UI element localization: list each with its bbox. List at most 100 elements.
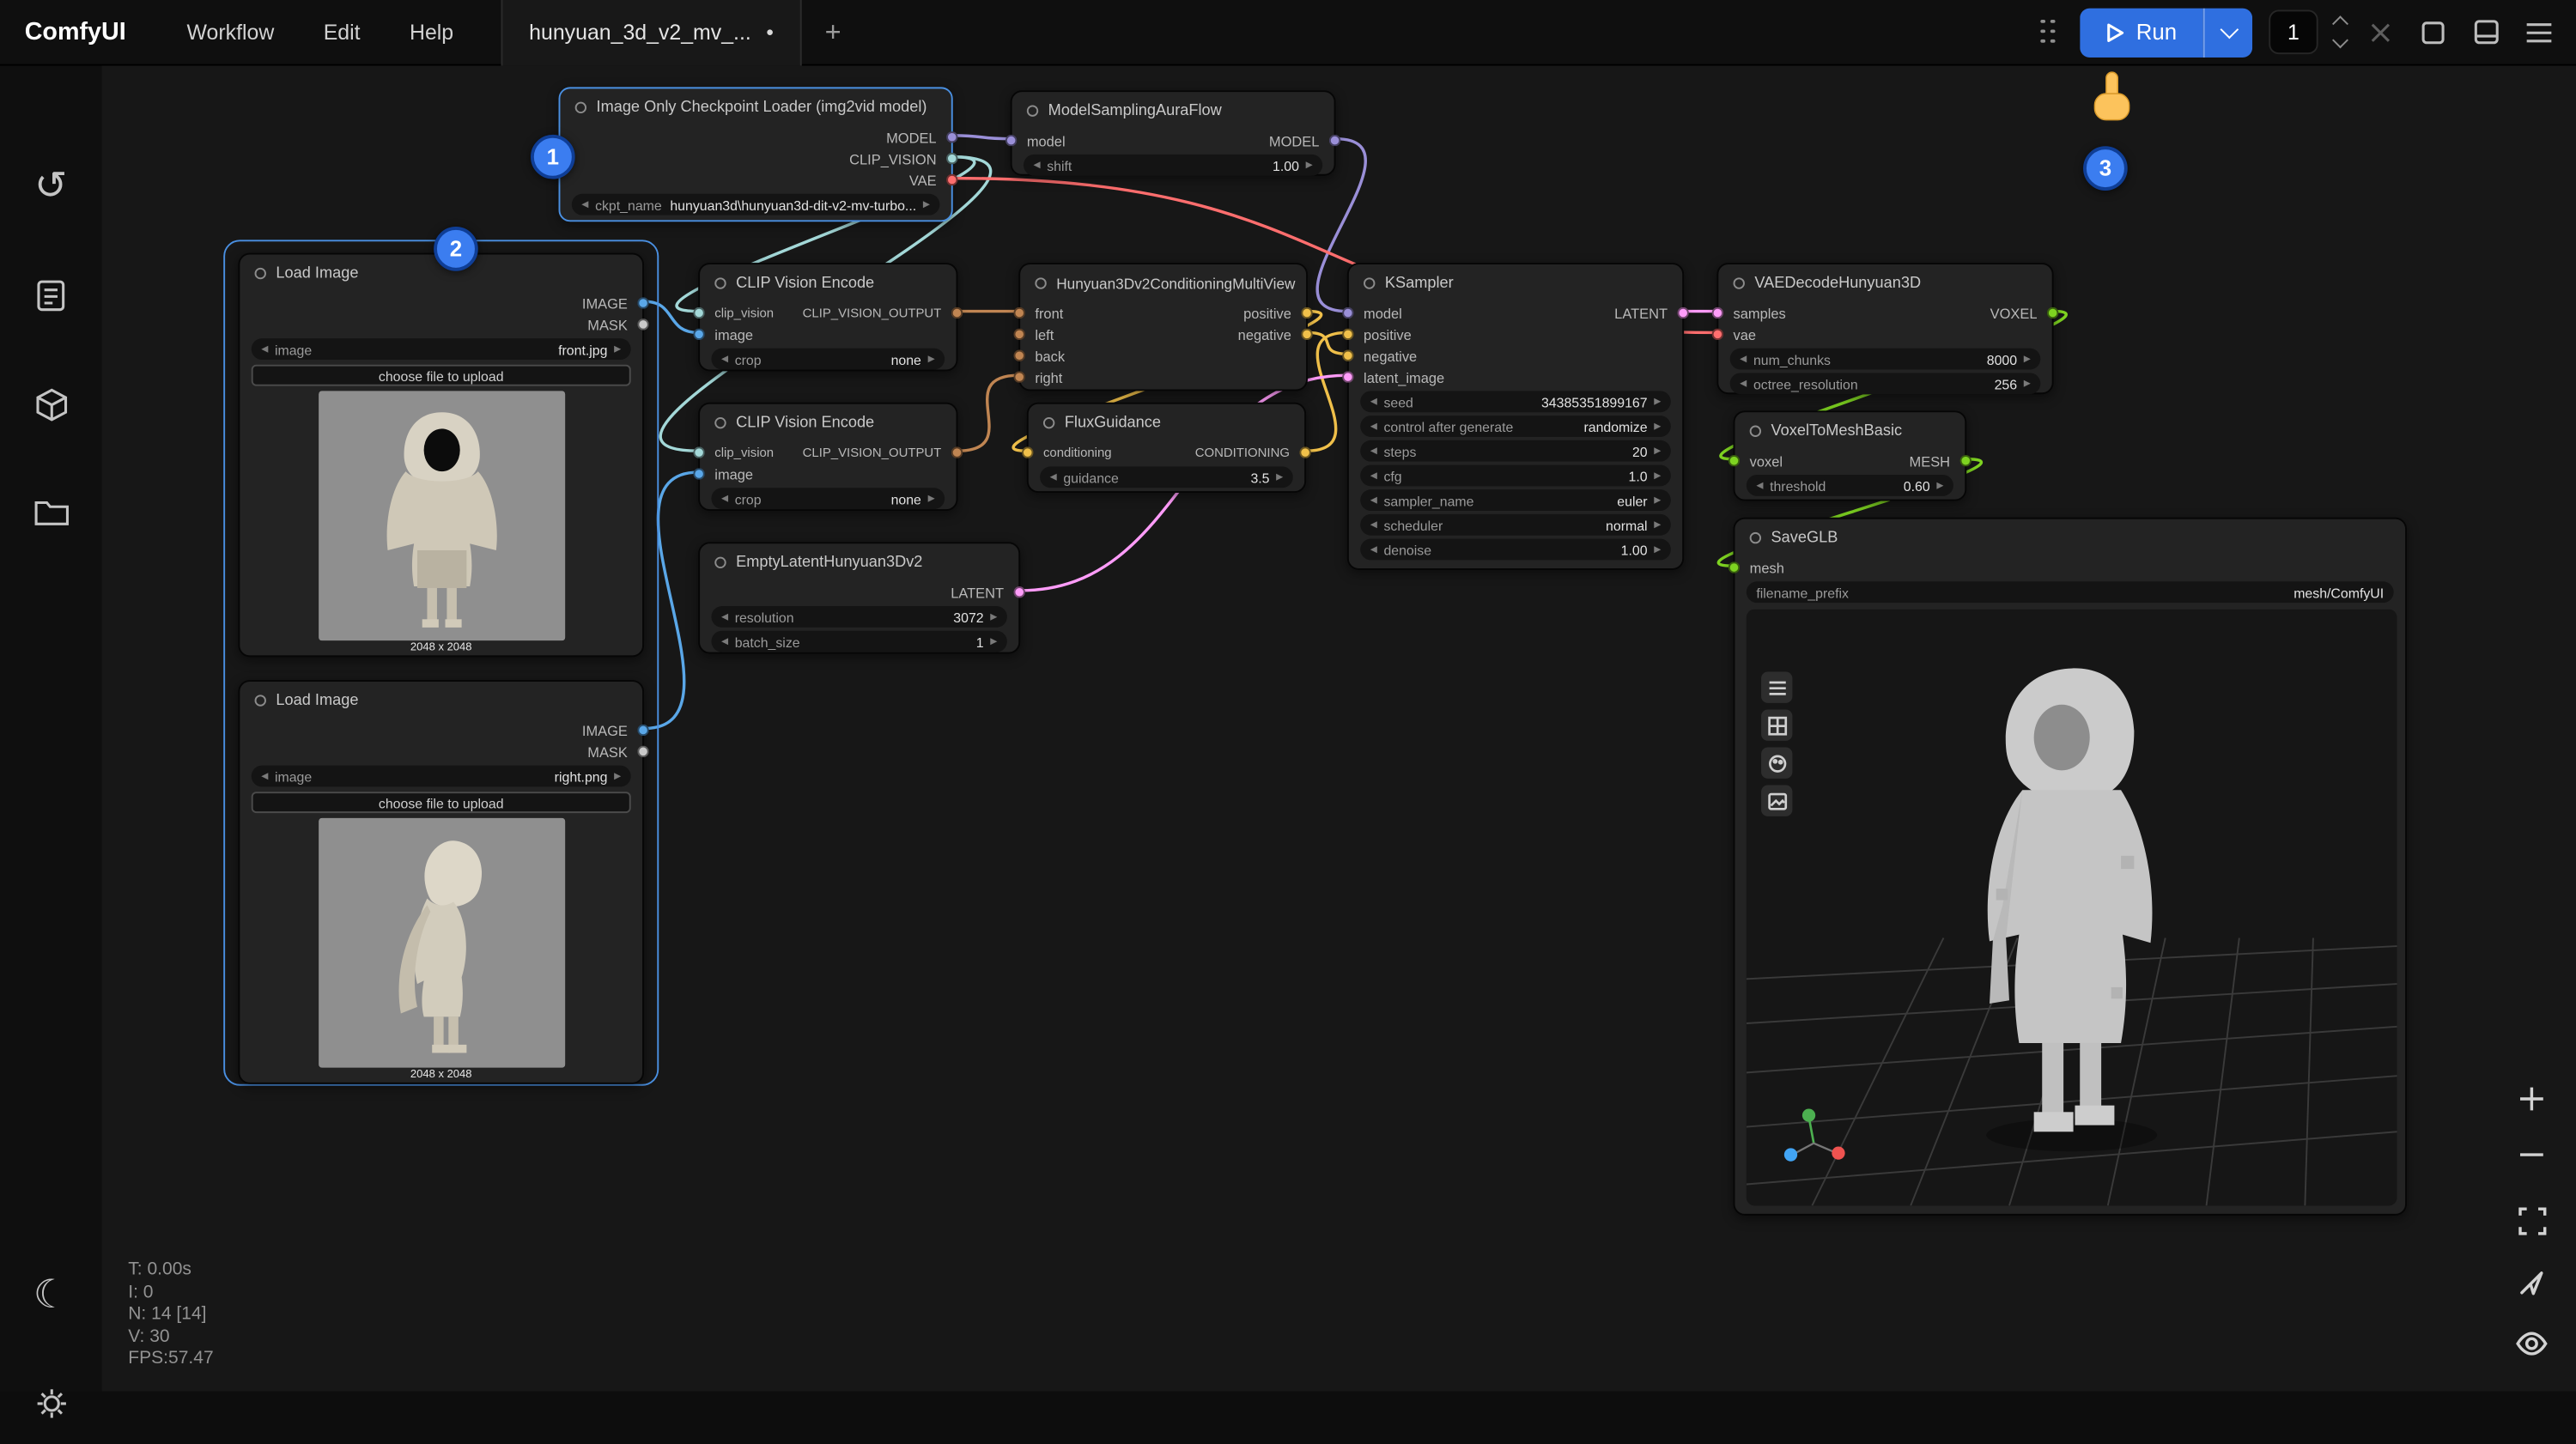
sidebar-item-workflows[interactable] bbox=[0, 471, 102, 554]
widget-control-after-generate[interactable]: ◀ control after generate randomize ▶ bbox=[1360, 416, 1671, 437]
node-image-only-checkpoint-loader[interactable]: Image Only Checkpoint Loader (img2vid mo… bbox=[559, 87, 953, 221]
workflow-tab[interactable]: hunyuan_3d_v2_mv_... ● bbox=[501, 0, 802, 65]
combo-right-arrow-icon[interactable]: ▶ bbox=[614, 771, 621, 780]
slot-dot[interactable] bbox=[1342, 371, 1353, 382]
run-button[interactable]: Run bbox=[2081, 8, 2203, 57]
menu-help[interactable]: Help bbox=[385, 20, 478, 45]
decrement-icon[interactable]: ◀ bbox=[1756, 481, 1763, 490]
slot-dot[interactable] bbox=[637, 319, 648, 330]
slot-dot[interactable] bbox=[1014, 307, 1025, 319]
sidebar-item-node-library[interactable] bbox=[0, 255, 102, 337]
output-slot-clip-vision[interactable]: CLIP_VISION bbox=[560, 148, 951, 169]
widget-image-file[interactable]: ◀ image front.jpg ▶ bbox=[252, 338, 631, 360]
decrement-icon[interactable]: ◀ bbox=[721, 612, 728, 622]
slot-dot[interactable] bbox=[1342, 307, 1353, 319]
toggle-visibility-button[interactable] bbox=[2511, 1322, 2554, 1365]
slot-dot[interactable] bbox=[637, 725, 648, 736]
widget-cfg[interactable]: ◀ cfg 1.0 ▶ bbox=[1360, 464, 1671, 486]
widget-octree-resolution[interactable]: ◀ octree_resolution 256 ▶ bbox=[1730, 373, 2041, 394]
widget-resolution[interactable]: ◀ resolution 3072 ▶ bbox=[711, 606, 1006, 628]
slot-dot[interactable] bbox=[1728, 455, 1740, 466]
batch-count-field[interactable]: 1 bbox=[2269, 9, 2318, 54]
collapse-dot[interactable] bbox=[255, 695, 266, 706]
widget-ckpt-name[interactable]: ◀ ckpt_name hunyuan3d\hunyuan3d-dit-v2-m… bbox=[572, 194, 940, 215]
widget-batch-size[interactable]: ◀ batch_size 1 ▶ bbox=[711, 631, 1006, 652]
viewport-screenshot-button[interactable] bbox=[1761, 786, 1792, 816]
decrement-icon[interactable]: ◀ bbox=[1740, 354, 1747, 363]
widget-crop[interactable]: ◀ crop none ▶ bbox=[711, 349, 945, 370]
slot-dot[interactable] bbox=[1342, 350, 1353, 361]
node-hunyuan3d-conditioning-multiview[interactable]: Hunyuan3Dv2ConditioningMultiView front p… bbox=[1018, 263, 1308, 391]
slot-dot[interactable] bbox=[1014, 329, 1025, 340]
slot-dot[interactable] bbox=[1022, 446, 1033, 458]
slot-dot[interactable] bbox=[1960, 455, 1971, 466]
viewport-menu-button[interactable] bbox=[1761, 672, 1792, 703]
input-slot-mesh[interactable]: mesh bbox=[1735, 557, 2405, 579]
run-options-dropdown[interactable] bbox=[2203, 8, 2252, 57]
node-flux-guidance[interactable]: FluxGuidance conditioning CONDITIONING ◀… bbox=[1027, 403, 1306, 493]
collapse-dot[interactable] bbox=[1364, 277, 1375, 288]
combo-right-arrow-icon[interactable]: ▶ bbox=[923, 199, 930, 209]
combo-left-arrow-icon[interactable]: ◀ bbox=[721, 494, 728, 503]
slot-dot[interactable] bbox=[693, 446, 704, 458]
theme-toggle-button[interactable]: ☾ bbox=[0, 1253, 102, 1336]
decrement-icon[interactable]: ◀ bbox=[1370, 470, 1377, 480]
zoom-in-button[interactable] bbox=[2511, 1077, 2554, 1120]
widget-crop[interactable]: ◀ crop none ▶ bbox=[711, 488, 945, 509]
viewport-grid-button[interactable] bbox=[1761, 710, 1792, 741]
slot-dot[interactable] bbox=[951, 446, 963, 458]
collapse-dot[interactable] bbox=[1043, 417, 1054, 428]
slot-dot[interactable] bbox=[1728, 561, 1740, 573]
slot-dot[interactable] bbox=[637, 746, 648, 757]
increment-icon[interactable]: ▶ bbox=[990, 612, 997, 622]
slot-dot[interactable] bbox=[946, 153, 957, 164]
slot-row-left-negative[interactable]: left negative bbox=[1020, 324, 1306, 345]
axis-gizmo[interactable] bbox=[1779, 1102, 1851, 1174]
decrement-icon[interactable]: ◀ bbox=[1370, 446, 1377, 455]
slot-dot[interactable] bbox=[1299, 446, 1310, 458]
bottom-panel-toggle-button[interactable] bbox=[2468, 14, 2504, 50]
combo-right-arrow-icon[interactable]: ▶ bbox=[614, 344, 621, 354]
slot-row-model[interactable]: model MODEL bbox=[1012, 130, 1334, 151]
slot-dot[interactable] bbox=[2047, 307, 2058, 319]
output-slot-latent[interactable]: LATENT bbox=[700, 581, 1018, 603]
node-vae-decode-hunyuan3d[interactable]: VAEDecodeHunyuan3D samples VOXEL vae ◀ n… bbox=[1716, 263, 2053, 394]
output-slot-model[interactable]: MODEL bbox=[560, 126, 951, 148]
increment-icon[interactable]: ▶ bbox=[1654, 397, 1661, 406]
node-load-image-right[interactable]: Load Image IMAGE MASK ◀ image right.png … bbox=[238, 680, 644, 1084]
collapse-dot[interactable] bbox=[714, 417, 726, 428]
widget-shift[interactable]: ◀ shift 1.00 ▶ bbox=[1024, 155, 1322, 176]
fit-view-button[interactable] bbox=[2511, 1199, 2554, 1242]
increment-icon[interactable]: ▶ bbox=[2024, 379, 2031, 388]
node-empty-latent-hunyuan3d[interactable]: EmptyLatentHunyuan3Dv2 LATENT ◀ resoluti… bbox=[698, 542, 1020, 653]
combo-right-arrow-icon[interactable]: ▶ bbox=[928, 494, 935, 503]
mesh-3d-viewport[interactable] bbox=[1747, 610, 2397, 1206]
combo-right-arrow-icon[interactable]: ▶ bbox=[1654, 422, 1661, 431]
slot-row-samples-voxel[interactable]: samples VOXEL bbox=[1718, 302, 2051, 324]
widget-scheduler[interactable]: ◀ scheduler normal ▶ bbox=[1360, 514, 1671, 536]
combo-left-arrow-icon[interactable]: ◀ bbox=[261, 771, 268, 780]
slot-dot[interactable] bbox=[1301, 307, 1312, 319]
combo-left-arrow-icon[interactable]: ◀ bbox=[261, 344, 268, 354]
combo-left-arrow-icon[interactable]: ◀ bbox=[1370, 495, 1377, 505]
output-slot-image[interactable]: IMAGE bbox=[240, 719, 642, 741]
decrement-icon[interactable]: ◀ bbox=[1740, 379, 1747, 388]
collapse-dot[interactable] bbox=[575, 102, 586, 113]
slot-dot[interactable] bbox=[946, 174, 957, 185]
widget-steps[interactable]: ◀ steps 20 ▶ bbox=[1360, 440, 1671, 462]
widget-filename-prefix[interactable]: filename_prefix mesh/ComfyUI bbox=[1747, 581, 2394, 603]
main-menu-button[interactable] bbox=[2520, 14, 2556, 50]
node-ksampler[interactable]: KSampler model LATENT positive negative … bbox=[1347, 263, 1684, 570]
upload-button[interactable]: choose file to upload bbox=[252, 365, 631, 386]
menu-edit[interactable]: Edit bbox=[299, 20, 385, 45]
input-slot-negative[interactable]: negative bbox=[1349, 345, 1682, 367]
combo-right-arrow-icon[interactable]: ▶ bbox=[1654, 495, 1661, 505]
slot-row-voxel-mesh[interactable]: voxel MESH bbox=[1735, 450, 1965, 471]
sidebar-item-history[interactable]: ↺ bbox=[0, 144, 102, 227]
decrement-icon[interactable]: ◀ bbox=[1370, 544, 1377, 554]
input-slot-positive[interactable]: positive bbox=[1349, 324, 1682, 345]
decrement-icon[interactable]: ◀ bbox=[1050, 472, 1057, 482]
menu-workflow[interactable]: Workflow bbox=[162, 20, 299, 45]
upload-button[interactable]: choose file to upload bbox=[252, 792, 631, 813]
combo-right-arrow-icon[interactable]: ▶ bbox=[1654, 520, 1661, 530]
